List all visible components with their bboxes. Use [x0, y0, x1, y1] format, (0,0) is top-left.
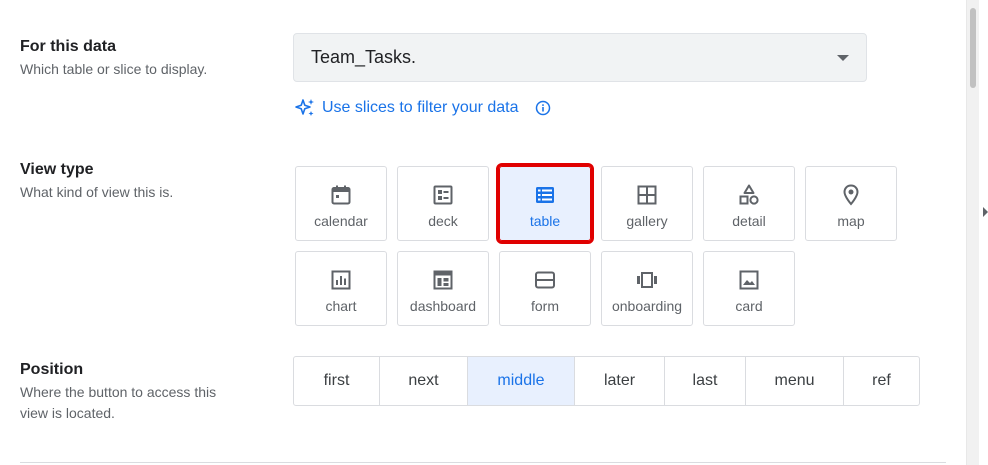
position-option-ref[interactable]: ref [843, 357, 919, 405]
position-option-later[interactable]: later [574, 357, 664, 405]
gallery-icon [635, 180, 659, 210]
view-option-gallery[interactable]: gallery [601, 166, 693, 241]
info-icon[interactable] [535, 100, 551, 116]
position-section-label: Position Where the button to access this… [20, 360, 216, 424]
view-option-label: onboarding [611, 298, 683, 314]
view-option-label: chart [325, 298, 357, 314]
sparkle-icon [294, 97, 316, 119]
view-option-chart[interactable]: chart [295, 251, 387, 326]
view-option-form[interactable]: form [499, 251, 591, 326]
card-icon [737, 265, 761, 295]
onboarding-icon [635, 265, 659, 295]
view-type-description: What kind of view this is. [20, 184, 174, 200]
view-option-label: table [529, 213, 561, 229]
chevron-down-icon [837, 54, 849, 61]
position-description: Where the button to access this view is … [20, 382, 216, 424]
view-option-label: calendar [314, 213, 368, 229]
dashboard-icon [431, 265, 455, 295]
view-option-label: form [531, 298, 559, 314]
data-section-description: Which table or slice to display. [20, 61, 208, 77]
view-option-map[interactable]: map [805, 166, 897, 241]
position-option-middle[interactable]: middle [467, 357, 574, 405]
map-pin-icon [839, 180, 863, 210]
view-option-onboarding[interactable]: onboarding [601, 251, 693, 326]
view-option-label: deck [428, 213, 458, 229]
position-option-first[interactable]: first [294, 357, 379, 405]
detail-icon [737, 180, 761, 210]
position-option-next[interactable]: next [379, 357, 467, 405]
position-description-line2: view is located. [20, 405, 115, 421]
view-option-card[interactable]: card [703, 251, 795, 326]
position-option-menu[interactable]: menu [745, 357, 843, 405]
use-slices-label: Use slices to filter your data [322, 99, 519, 116]
position-option-last[interactable]: last [664, 357, 745, 405]
scrollbar-thumb[interactable] [970, 8, 976, 88]
form-icon [533, 265, 557, 295]
chart-icon [329, 265, 353, 295]
position-title: Position [20, 361, 84, 378]
position-segmented-control: first next middle later last menu ref [293, 356, 920, 406]
view-option-calendar[interactable]: calendar [295, 166, 387, 241]
view-option-label: gallery [626, 213, 668, 229]
view-type-section-label: View type What kind of view this is. [20, 160, 173, 203]
view-option-detail[interactable]: detail [703, 166, 795, 241]
table-select-value: Team_Tasks. [311, 47, 417, 67]
section-divider [20, 462, 946, 463]
view-option-table[interactable]: table [496, 163, 594, 244]
view-option-label: card [735, 298, 763, 314]
table-icon [533, 180, 557, 210]
view-option-label: detail [732, 213, 766, 229]
vertical-scrollbar[interactable] [966, 0, 979, 465]
data-section-title: For this data [20, 38, 117, 55]
deck-icon [431, 180, 455, 210]
use-slices-link[interactable]: Use slices to filter your data [294, 97, 551, 119]
view-type-title: View type [20, 161, 94, 178]
view-option-dashboard[interactable]: dashboard [397, 251, 489, 326]
view-option-deck[interactable]: deck [397, 166, 489, 241]
calendar-icon [329, 180, 353, 210]
view-option-label: dashboard [409, 298, 477, 314]
expand-arrow-icon[interactable] [983, 207, 988, 217]
data-section-label: For this data Which table or slice to di… [20, 37, 207, 80]
view-option-label: map [837, 213, 865, 229]
table-select-dropdown[interactable]: Team_Tasks. [293, 33, 867, 82]
position-description-line1: Where the button to access this [20, 384, 217, 400]
